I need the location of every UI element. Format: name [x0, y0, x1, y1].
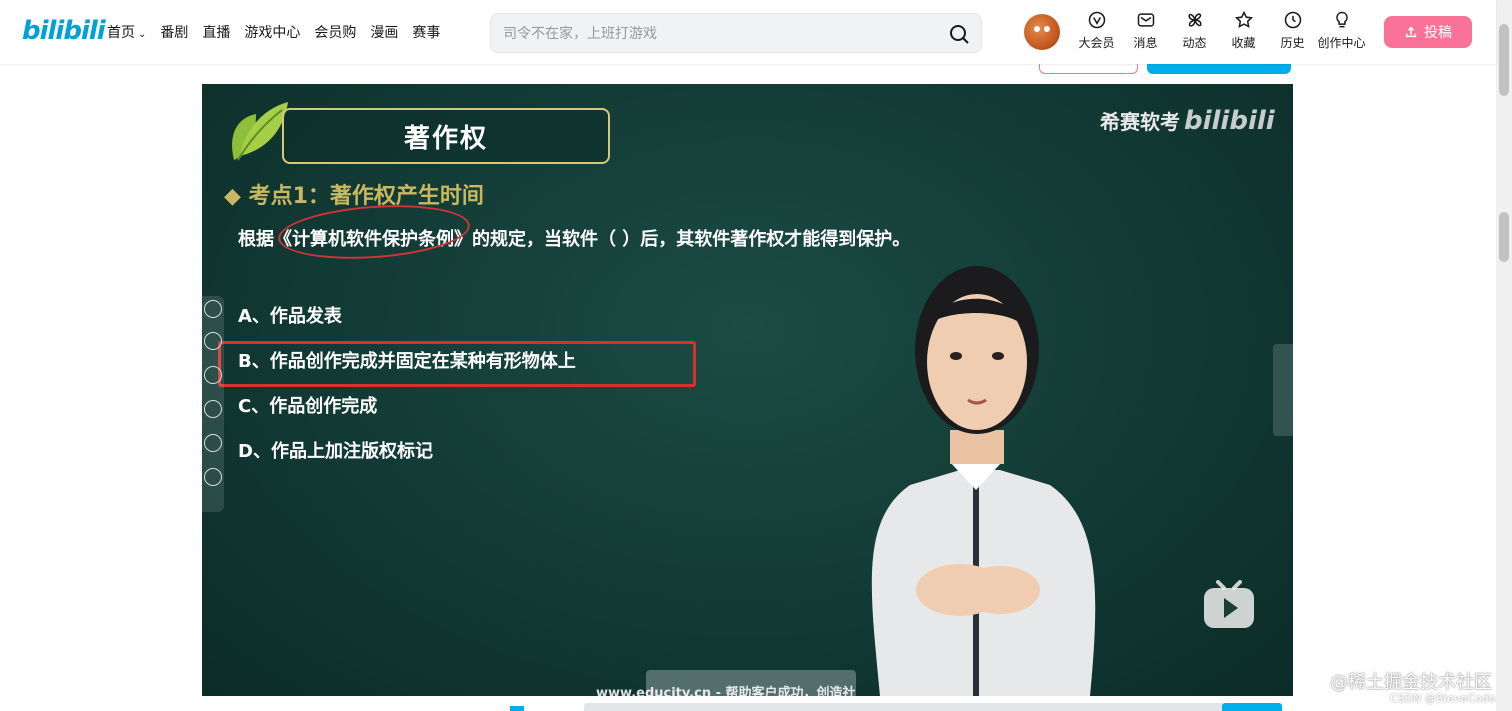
- search-icon[interactable]: [947, 22, 971, 46]
- scrollbar-thumb[interactable]: [1499, 24, 1509, 96]
- presenter-figure: [871, 266, 1096, 696]
- favorite-button[interactable]: 收藏: [1219, 10, 1268, 51]
- answer-highlight-box: [218, 341, 696, 387]
- vip-label: 大会员: [1078, 36, 1115, 50]
- watermark-text: 希赛软考: [1100, 110, 1180, 134]
- top-header: bilibili 首页⌄ 番剧 直播 游戏中心 会员购 漫画 赛事 大会员 消息…: [0, 0, 1496, 64]
- back-tool-icon[interactable]: [204, 332, 222, 350]
- video-player[interactable]: 著作权 希赛软考 bilibili ◆ 考点1：著作权产生时间 根据《计算机软件保…: [202, 84, 1293, 696]
- page-scrollbar[interactable]: [1496, 0, 1512, 711]
- creator-icon: [1335, 11, 1348, 28]
- dynamic-icon: [1187, 13, 1202, 27]
- juejin-watermark: @稀土掘金技术社区: [1330, 672, 1492, 693]
- creator-label: 创作中心: [1317, 36, 1366, 50]
- upload-button[interactable]: 投稿: [1384, 16, 1472, 48]
- option-a: A、作品发表: [238, 306, 342, 327]
- top-nav: 首页 ⌄ 番剧 直播 游戏中心 会员购 漫画 赛事: [107, 22, 454, 42]
- below-video-marker: [510, 706, 524, 711]
- dynamic-label: 动态: [1182, 36, 1207, 50]
- display-tool-icon[interactable]: [204, 468, 222, 486]
- option-d: D、作品上加注版权标记: [238, 441, 433, 462]
- vip-button[interactable]: 大会员: [1072, 10, 1121, 51]
- nav-item-manga[interactable]: 漫画: [370, 22, 398, 42]
- bilibili-logo[interactable]: bilibili: [22, 16, 106, 46]
- nav-item-home[interactable]: 首页 ⌄: [107, 22, 146, 42]
- slide-title-box: 著作权: [282, 108, 610, 164]
- nav-item-esports[interactable]: 赛事: [412, 22, 440, 42]
- watermark-logo: bilibili: [1184, 106, 1275, 136]
- history-button[interactable]: 历史: [1268, 10, 1317, 51]
- right-toolbar: [1273, 344, 1293, 436]
- nav-item-mall[interactable]: 会员购: [314, 22, 356, 42]
- search-input[interactable]: [503, 23, 923, 45]
- nav-item-live[interactable]: 直播: [202, 22, 230, 42]
- leaf-icon: [232, 102, 288, 161]
- slide-title: 著作权: [403, 123, 488, 154]
- screen-tool-icon[interactable]: [204, 400, 222, 418]
- channel-watermark: 希赛软考 bilibili: [1100, 106, 1275, 136]
- message-icon: [1137, 13, 1154, 27]
- csdn-watermark: CSDN @SteveCode.: [1390, 692, 1499, 705]
- scrollbar-marker: [1499, 212, 1509, 262]
- pen-tool-icon[interactable]: [204, 366, 222, 384]
- danmaku-input-peek[interactable]: [584, 703, 1224, 711]
- dynamic-button[interactable]: 动态: [1170, 10, 1219, 51]
- option-c: C、作品创作完成: [238, 396, 378, 417]
- message-label: 消息: [1133, 36, 1158, 50]
- play-tool-icon[interactable]: [204, 300, 222, 318]
- header-right-icons: 大会员 消息 动态 收藏 历史 创作中心: [1072, 10, 1366, 51]
- favorite-icon: [1234, 10, 1253, 28]
- send-button-peek[interactable]: [1222, 703, 1282, 711]
- nav-item-label: 首页: [107, 25, 135, 41]
- presenter-toolbar: [202, 296, 224, 512]
- vip-icon: [1088, 11, 1105, 29]
- tv-play-icon[interactable]: [1202, 580, 1256, 630]
- creator-center-button[interactable]: 创作中心: [1317, 10, 1366, 51]
- upload-icon: [1405, 26, 1417, 38]
- favorite-label: 收藏: [1231, 36, 1256, 50]
- history-icon: [1284, 11, 1301, 29]
- more-tool-icon[interactable]: [204, 434, 222, 452]
- nav-item-game-center[interactable]: 游戏中心: [244, 22, 300, 42]
- upload-label: 投稿: [1424, 25, 1452, 41]
- avatar[interactable]: [1024, 14, 1060, 50]
- history-label: 历史: [1280, 36, 1305, 50]
- message-button[interactable]: 消息: [1121, 10, 1170, 51]
- chevron-down-icon: ⌄: [138, 29, 147, 40]
- search-bar: [490, 13, 982, 53]
- slide-footer-text: www.educity.cn - 帮助客户成功，创造社: [596, 686, 856, 696]
- nav-item-anime[interactable]: 番剧: [160, 22, 188, 42]
- key-point-heading: ◆ 考点1：著作权产生时间: [224, 184, 484, 209]
